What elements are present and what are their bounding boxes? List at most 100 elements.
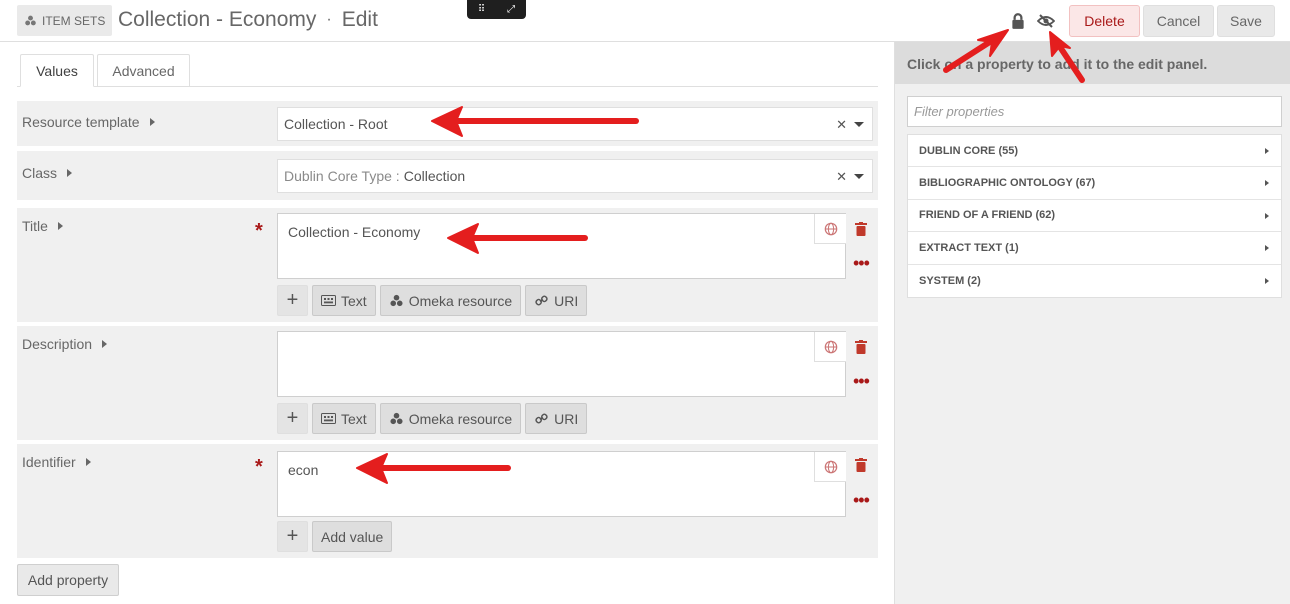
vocabulary-dublin-core[interactable]: DUBLIN CORE (55)	[908, 135, 1281, 168]
expand-icon[interactable]: ⤢	[507, 4, 515, 15]
more-options-icon[interactable]: •••	[853, 254, 870, 272]
more-options-icon[interactable]: •••	[853, 372, 870, 390]
uri-label: URI	[554, 410, 579, 427]
page-title-main: Collection - Economy	[118, 8, 317, 31]
delete-button[interactable]: Delete	[1069, 5, 1140, 37]
clear-icon[interactable]: ✕	[836, 117, 847, 133]
item-sets-icon	[25, 15, 36, 26]
field-label[interactable]: Title	[22, 218, 63, 234]
expand-triangle-icon	[1265, 212, 1269, 219]
identifier-textarea[interactable]: econ	[277, 451, 846, 517]
vocabulary-friend-of-a-friend[interactable]: FRIEND OF A FRIEND (62)	[908, 200, 1281, 233]
tab-values[interactable]: Values	[20, 54, 94, 87]
clear-icon[interactable]: ✕	[836, 169, 847, 185]
expand-triangle-icon[interactable]	[102, 340, 108, 348]
field-description: Description ••• + Text Omeka resource UR…	[17, 326, 878, 440]
add-value-plus-button[interactable]: +	[277, 403, 308, 434]
keyboard-icon	[321, 295, 336, 306]
field-resource-template: Resource template Collection - Root ✕	[17, 101, 878, 146]
field-label[interactable]: Class	[22, 165, 73, 181]
language-globe-icon[interactable]	[814, 332, 846, 362]
expand-triangle-icon[interactable]	[149, 118, 155, 126]
chevron-down-icon[interactable]	[854, 174, 864, 179]
field-title: Title * Collection - Economy ••• + Text …	[17, 208, 878, 322]
expand-triangle-icon[interactable]	[57, 222, 63, 230]
select-value: Collection - Root	[284, 116, 388, 132]
value-type-buttons: + Text Omeka resource URI	[277, 285, 588, 316]
add-property-button[interactable]: Add property	[17, 564, 119, 596]
uri-label: URI	[554, 292, 579, 309]
section-tabs: Values Advanced	[17, 54, 878, 87]
vocabulary-label: BIBLIOGRAPHIC ONTOLOGY (67)	[919, 177, 1096, 190]
class-prefix: Dublin Core Type :	[284, 168, 400, 184]
add-value-button[interactable]: Add value	[312, 521, 393, 552]
field-label[interactable]: Resource template	[22, 114, 155, 130]
omeka-resource-label: Omeka resource	[408, 292, 513, 309]
keyboard-icon	[321, 413, 336, 424]
vocabulary-bibliographic-ontology[interactable]: BIBLIOGRAPHIC ONTOLOGY (67)	[908, 167, 1281, 200]
omeka-resource-icon	[390, 294, 403, 307]
add-value-plus-button[interactable]: +	[277, 285, 308, 316]
vocabulary-extract-text[interactable]: EXTRACT TEXT (1)	[908, 232, 1281, 265]
description-textarea[interactable]	[277, 331, 846, 397]
breadcrumb-item-sets[interactable]: ITEM SETS	[17, 5, 113, 36]
expand-triangle-icon	[1265, 277, 1269, 284]
filter-properties-input[interactable]: Filter properties	[907, 96, 1282, 127]
page-title: Collection - Economy · Edit	[118, 8, 378, 32]
eye-slash-icon[interactable]	[1037, 12, 1055, 30]
class-label: Class	[22, 165, 58, 181]
add-text-button[interactable]: Text	[312, 285, 376, 316]
add-omeka-resource-button[interactable]: Omeka resource	[379, 285, 522, 316]
expand-triangle-icon[interactable]	[67, 169, 73, 177]
resource-template-label: Resource template	[22, 114, 140, 130]
chevron-down-icon[interactable]	[854, 122, 864, 127]
trash-icon[interactable]	[855, 458, 867, 472]
add-uri-button[interactable]: URI	[525, 285, 588, 316]
tab-advanced[interactable]: Advanced	[97, 54, 190, 87]
expand-triangle-icon[interactable]	[85, 458, 91, 466]
add-text-button[interactable]: Text	[312, 403, 376, 434]
grip-icon[interactable]: ⠿	[478, 4, 485, 15]
vocabulary-label: EXTRACT TEXT (1)	[919, 241, 1019, 254]
header: ITEM SETS Collection - Economy · Edit ⠿ ⤢ …	[0, 0, 1290, 42]
cancel-button[interactable]: Cancel	[1143, 5, 1214, 37]
text-label: Text	[341, 410, 367, 427]
more-options-icon[interactable]: •••	[853, 491, 870, 509]
title-textarea[interactable]: Collection - Economy	[277, 213, 846, 279]
expand-triangle-icon	[1265, 180, 1269, 187]
save-button[interactable]: Save	[1217, 5, 1275, 37]
value-type-buttons: + Text Omeka resource URI	[277, 403, 588, 434]
vocabulary-label: FRIEND OF A FRIEND (62)	[919, 209, 1056, 222]
language-globe-icon[interactable]	[814, 214, 846, 244]
add-omeka-resource-button[interactable]: Omeka resource	[379, 403, 522, 434]
title-separator: ·	[326, 11, 332, 28]
field-label[interactable]: Identifier	[22, 454, 91, 470]
identifier-label: Identifier	[22, 454, 76, 470]
title-label: Title	[22, 218, 48, 234]
link-icon	[535, 295, 548, 306]
vocabulary-system[interactable]: SYSTEM (2)	[908, 265, 1281, 297]
trash-icon[interactable]	[855, 340, 867, 354]
trash-icon[interactable]	[855, 222, 867, 236]
resource-template-select[interactable]: Collection - Root ✕	[277, 107, 873, 141]
sidebar-heading: Click on a property to add it to the edi…	[895, 42, 1290, 84]
lock-icon[interactable]	[1009, 12, 1027, 30]
vocabulary-label: DUBLIN CORE (55)	[919, 144, 1019, 157]
value-buttons: + Add value	[277, 521, 393, 552]
class-select[interactable]: Dublin Core Type : Collection ✕	[277, 159, 873, 193]
field-identifier: Identifier * econ ••• + Add value	[17, 444, 878, 558]
expand-triangle-icon	[1265, 245, 1269, 252]
screenshot-toolbar[interactable]: ⠿ ⤢	[467, 0, 526, 19]
field-class: Class Dublin Core Type : Collection ✕	[17, 151, 878, 200]
required-icon: *	[255, 220, 263, 242]
omeka-resource-icon	[390, 412, 403, 425]
language-globe-icon[interactable]	[814, 452, 846, 482]
vocabulary-list: DUBLIN CORE (55) BIBLIOGRAPHIC ONTOLOGY …	[907, 134, 1282, 298]
add-uri-button[interactable]: URI	[525, 403, 588, 434]
add-value-plus-button[interactable]: +	[277, 521, 308, 552]
expand-triangle-icon	[1265, 148, 1269, 154]
text-label: Text	[341, 292, 367, 309]
description-label: Description	[22, 336, 93, 352]
required-icon: *	[255, 456, 263, 478]
field-label[interactable]: Description	[22, 336, 108, 352]
